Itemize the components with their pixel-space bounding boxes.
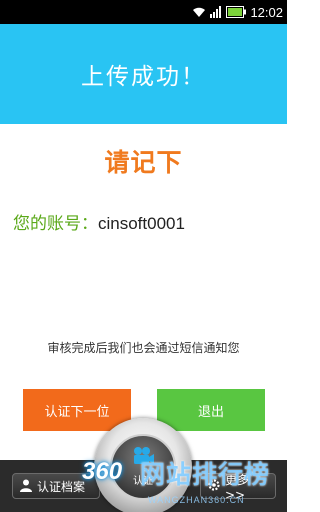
account-value: cinsoft0001 [98, 214, 185, 233]
certify-next-button[interactable]: 认证下一位 [23, 389, 131, 431]
page-title: 上传成功！ [81, 64, 206, 90]
screen: 12:02 上传成功！ 请记下 您的账号：cinsoft0001 审核完成后我们… [0, 0, 287, 512]
note-heading: 请记下 [104, 148, 183, 177]
account-row: 您的账号：cinsoft0001 [13, 209, 185, 234]
user-icon [19, 478, 33, 495]
sms-notice: 审核完成后我们也会通过短信通知您 [47, 341, 240, 355]
status-icons: 12:02 [192, 0, 283, 24]
watermark-sub: WANGZHAN360.CN [148, 495, 245, 505]
signal-icon [210, 3, 222, 22]
exit-button[interactable]: 退出 [157, 389, 265, 431]
certify-archive-label: 认证档案 [37, 479, 86, 494]
account-label: 您的账号： [13, 214, 98, 234]
watermark-text: 网站排行榜 [140, 460, 271, 489]
status-bar: 12:02 [0, 0, 287, 24]
wifi-icon [192, 3, 206, 22]
watermark-logo: 360 [82, 458, 123, 485]
battery-icon [226, 3, 247, 22]
status-time: 12:02 [250, 4, 283, 20]
header: 上传成功！ [0, 24, 287, 124]
